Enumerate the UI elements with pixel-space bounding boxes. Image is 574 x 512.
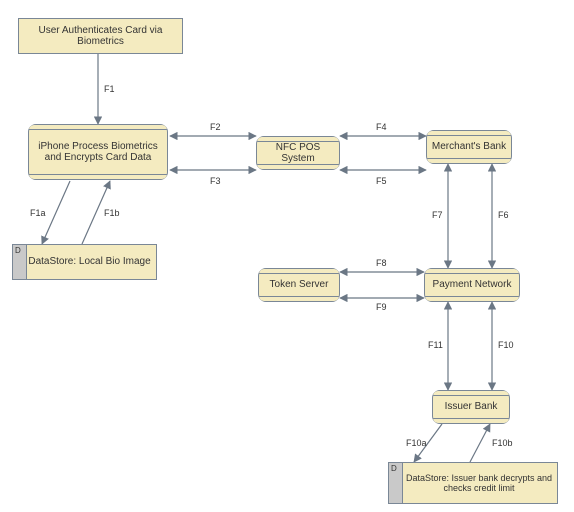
edge-label-f1b: F1b [104,208,120,218]
process-token-server: Token Server [258,268,340,302]
edge-label-f5: F5 [376,176,387,186]
process-label: iPhone Process Biometrics and Encrypts C… [33,141,163,164]
process-label: NFC POS System [261,142,335,165]
edge-label-f3: F3 [210,176,221,186]
datastore-tag: D [391,464,397,473]
edge-label-f1a: F1a [30,208,46,218]
datastore-issuer: D DataStore: Issuer bank decrypts and ch… [388,462,558,504]
process-nfc-pos: NFC POS System [256,136,340,170]
edge-label-f6: F6 [498,210,509,220]
edge-label-f2: F2 [210,122,221,132]
datastore-label: DataStore: Issuer bank decrypts and chec… [405,473,553,494]
process-issuer-bank: Issuer Bank [432,390,510,424]
process-label: Payment Network [433,279,512,291]
edge-label-f10a: F10a [406,438,427,448]
process-label: Issuer Bank [445,401,498,413]
process-label: Merchant's Bank [432,141,506,153]
process-payment-network: Payment Network [424,268,520,302]
edge-label-f8: F8 [376,258,387,268]
edge-label-f10: F10 [498,340,514,350]
edge-label-f10b: F10b [492,438,513,448]
datastore-tag: D [15,246,21,255]
entity-label: User Authenticates Card via Biometrics [23,25,178,48]
edge-label-f4: F4 [376,122,387,132]
diagram-canvas: User Authenticates Card via Biometrics i… [0,0,574,512]
datastore-label: DataStore: Local Bio Image [28,256,150,268]
datastore-local-bio: D DataStore: Local Bio Image [12,244,157,280]
edge-label-f7: F7 [432,210,443,220]
edge-label-f1: F1 [104,84,115,94]
process-merchant-bank: Merchant's Bank [426,130,512,164]
entity-user-auth: User Authenticates Card via Biometrics [18,18,183,54]
process-label: Token Server [270,279,329,291]
edge-label-f9: F9 [376,302,387,312]
edge-label-f11: F11 [428,340,443,350]
process-iphone: iPhone Process Biometrics and Encrypts C… [28,124,168,180]
